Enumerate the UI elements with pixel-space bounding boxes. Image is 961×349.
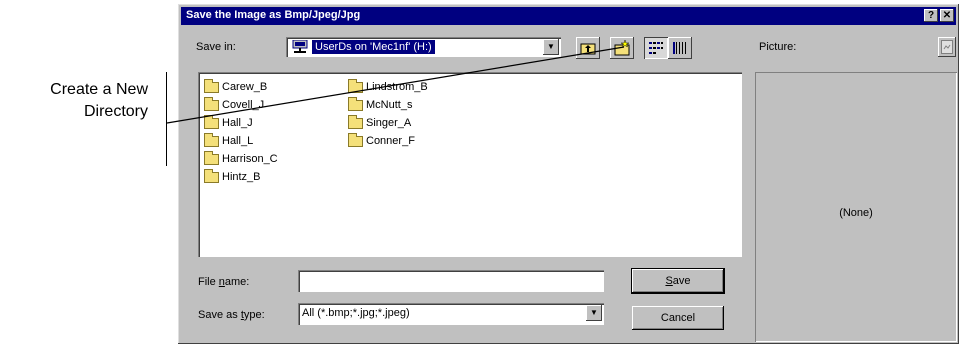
save-button-label: ave [672,275,691,287]
file-name-label: File name: [198,276,249,288]
list-view-icon [649,42,663,54]
folder-name: McNutt_s [366,99,413,111]
network-drive-icon [292,40,308,53]
file-name-label-pre: File [198,276,219,288]
create-new-folder-icon [614,40,630,56]
picture-none-text: (None) [839,207,873,219]
save-button-accel: S [665,275,673,287]
list-item[interactable]: McNutt_s [346,96,428,114]
save-as-type-label: Save as type: [198,309,265,321]
folder-icon [204,169,219,183]
folder-icon [348,133,363,147]
save-type-label-pre: Save as [198,309,241,321]
folder-icon [348,79,363,93]
preview-icon [941,40,953,54]
folder-name: Conner_F [366,135,415,147]
folder-name: Hintz_B [222,171,261,183]
list-item[interactable]: Singer_A [346,114,428,132]
file-name-label-post: ame: [224,276,250,288]
file-name-input[interactable] [298,270,604,292]
callout-line-1: Create a New [50,81,148,98]
callout-bracket [166,72,167,166]
folder-name: Covell_J [222,99,265,111]
details-view-icon [673,42,686,54]
chevron-down-icon[interactable]: ▼ [543,39,559,55]
folder-icon [204,115,219,129]
save-button[interactable]: Save [631,268,725,294]
folder-column-1: Carew_B Covell_J Hall_J Hall_L Harrison_… [202,78,278,186]
picture-label: Picture: [759,41,797,53]
folder-list[interactable]: Carew_B Covell_J Hall_J Hall_L Harrison_… [198,72,742,257]
list-item[interactable]: Conner_F [346,132,428,150]
list-item[interactable]: Hall_L [202,132,278,150]
cancel-button[interactable]: Cancel [632,306,724,330]
title-bar: Save the Image as Bmp/Jpeg/Jpg ? ✕ [181,7,956,25]
folder-icon [204,97,219,111]
callout-line-2: Directory [83,103,148,120]
picture-preview-panel: (None) [755,72,957,342]
folder-icon [348,97,363,111]
dialog-title: Save the Image as Bmp/Jpeg/Jpg [186,9,361,21]
folder-name: Hall_L [222,135,254,147]
folder-name: Hall_J [222,117,253,129]
save-in-combo[interactable]: UserDs on 'Mec1nf' (H:) ▼ [286,37,561,57]
save-in-value: UserDs on 'Mec1nf' (H:) [312,40,435,54]
folder-icon [204,79,219,93]
folder-icon [348,115,363,129]
list-item[interactable]: Carew_B [202,78,278,96]
preview-button[interactable] [938,37,956,57]
save-as-type-select[interactable]: All (*.bmp;*.jpg;*.jpeg) ▼ [298,303,604,325]
up-one-level-button[interactable] [576,37,600,59]
list-view-button[interactable] [644,37,668,59]
list-item[interactable]: Hintz_B [202,168,278,186]
create-new-folder-button[interactable] [610,37,634,59]
help-button[interactable]: ? [924,9,938,22]
chevron-down-icon[interactable]: ▼ [586,305,602,321]
close-button[interactable]: ✕ [940,9,954,22]
list-item[interactable]: Hall_J [202,114,278,132]
list-item[interactable]: Covell_J [202,96,278,114]
save-image-dialog: Save the Image as Bmp/Jpeg/Jpg ? ✕ Save … [178,4,959,344]
folder-name: Harrison_C [222,153,278,165]
folder-name: Lindstrom_B [366,81,428,93]
save-in-label: Save in: [196,41,236,53]
list-item[interactable]: Harrison_C [202,150,278,168]
folder-icon [204,151,219,165]
save-type-label-post: ype: [243,309,265,321]
folder-name: Carew_B [222,81,268,93]
details-view-button[interactable] [668,37,692,59]
list-item[interactable]: Lindstrom_B [346,78,428,96]
up-one-level-icon [580,43,596,55]
folder-icon [204,133,219,147]
folder-column-2: Lindstrom_B McNutt_s Singer_A Conner_F [346,78,428,150]
callout-label: Create a New Directory [50,79,148,123]
folder-name: Singer_A [366,117,412,129]
save-as-type-value: All (*.bmp;*.jpg;*.jpeg) [302,307,410,319]
